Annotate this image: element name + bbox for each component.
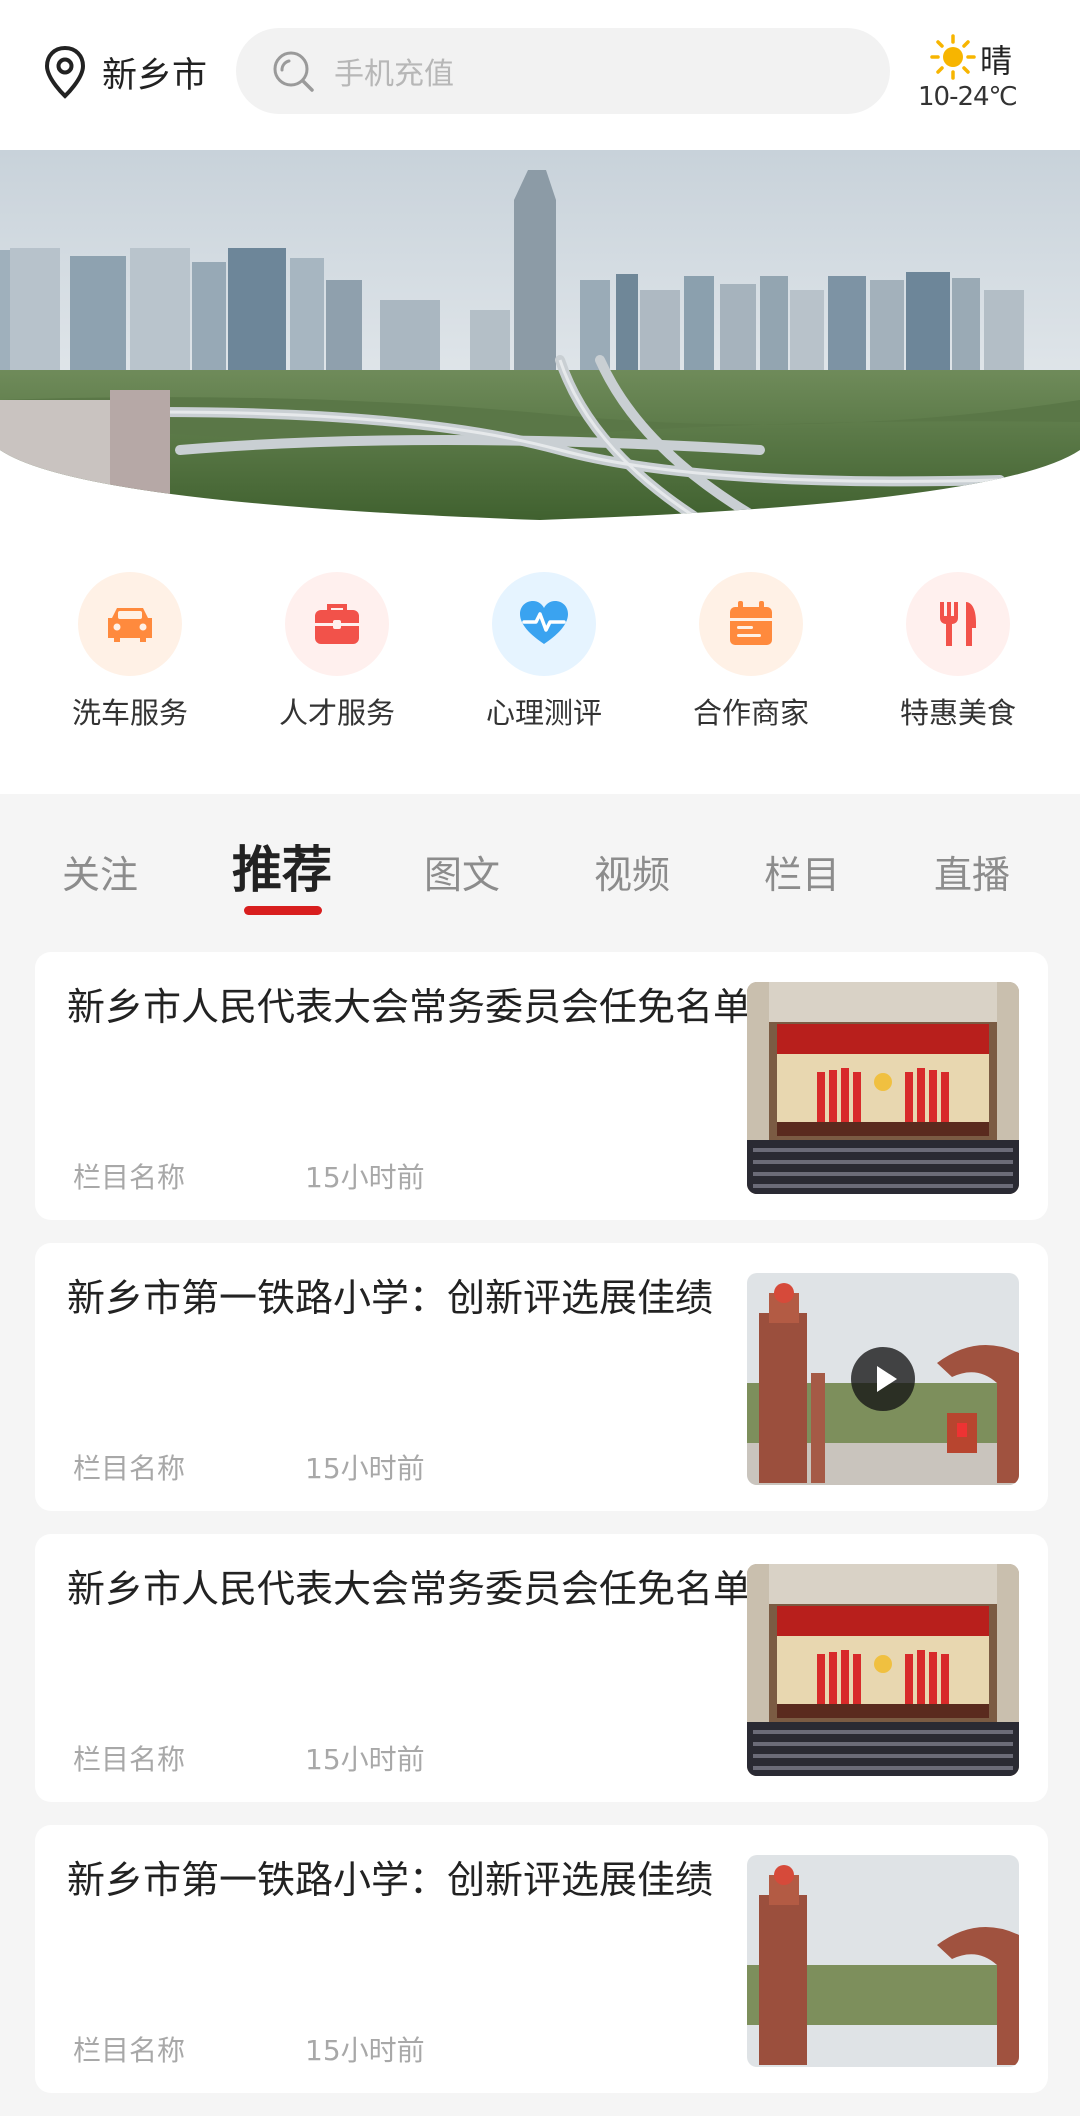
service-label: 心理测评 (485, 696, 602, 730)
news-title: 新乡市第一铁路小学：创新评选展佳绩 (67, 1858, 714, 1902)
school-gate-image (747, 1855, 1019, 2067)
news-title: 新乡市第一铁路小学：创新评选展佳绩 (67, 1276, 714, 1320)
banner-image (0, 150, 1080, 520)
news-title: 新乡市人民代表大会常务委员会任免名单 (67, 1567, 752, 1611)
tab-recommend[interactable]: 推荐 (232, 830, 332, 902)
food-icon (940, 602, 976, 646)
category-tabs: 关注 推荐 图文 视频 栏目 直播 (0, 794, 1080, 944)
location-label: 新乡市 (102, 55, 208, 96)
partners-icon-wrap (699, 572, 803, 676)
search-input[interactable]: 手机充值 (236, 28, 890, 114)
service-partners[interactable]: 合作商家 (661, 572, 841, 732)
car-icon (108, 608, 152, 642)
active-tab-indicator (244, 906, 322, 915)
car-wash-icon-wrap (78, 572, 182, 676)
play-icon[interactable] (851, 1347, 915, 1411)
news-column: 栏目名称 (73, 1452, 186, 1485)
news-time: 15小时前 (305, 1743, 425, 1776)
tab-column[interactable]: 栏目 (764, 844, 840, 899)
news-column: 栏目名称 (73, 2034, 186, 2067)
congress-hall-image (747, 982, 1019, 1194)
location-selector[interactable]: 新乡市 (42, 44, 207, 100)
service-car-wash[interactable]: 洗车服务 (40, 572, 220, 732)
tab-video[interactable]: 视频 (594, 844, 670, 899)
news-title: 新乡市人民代表大会常务委员会任免名单 (67, 985, 752, 1029)
search-icon (273, 51, 314, 92)
weather-condition: 晴 (980, 42, 1013, 80)
calendar-icon (730, 601, 772, 645)
news-card[interactable]: 新乡市人民代表大会常务委员会任免名单 栏目名称 15小时前 (35, 1534, 1048, 1802)
news-column: 栏目名称 (73, 1743, 186, 1776)
tab-follow[interactable]: 关注 (62, 844, 138, 899)
news-time: 15小时前 (305, 1161, 425, 1194)
services-grid: 洗车服务 人才服务 心理测评 合作商家 特惠美食 (0, 520, 1080, 794)
city-banner[interactable] (0, 150, 1080, 520)
news-time: 15小时前 (305, 1452, 425, 1485)
service-food-deals[interactable]: 特惠美食 (868, 572, 1048, 732)
news-thumbnail (747, 1564, 1019, 1776)
news-thumbnail (747, 1855, 1019, 2067)
news-card[interactable]: 新乡市人民代表大会常务委员会任免名单 栏目名称 15小时前 (35, 952, 1048, 1220)
news-time: 15小时前 (305, 2034, 425, 2067)
news-column: 栏目名称 (73, 1161, 186, 1194)
service-label: 特惠美食 (899, 696, 1016, 730)
talent-icon-wrap (285, 572, 389, 676)
psych-icon-wrap (492, 572, 596, 676)
heart-pulse-icon (520, 601, 568, 644)
news-list: 新乡市人民代表大会常务委员会任免名单 栏目名称 15小时前 新乡市第一铁路小学：… (35, 952, 1048, 2116)
search-placeholder: 手机充值 (334, 57, 454, 92)
service-talent[interactable]: 人才服务 (247, 572, 427, 732)
location-pin-icon (44, 45, 86, 99)
top-bar: 新乡市 手机充值 晴 10-24℃ (0, 0, 1080, 150)
service-label: 合作商家 (692, 696, 809, 730)
news-card[interactable]: 新乡市第一铁路小学：创新评选展佳绩 栏目名称 15小时前 (35, 1825, 1048, 2093)
news-thumbnail (747, 1273, 1019, 1485)
food-icon-wrap (906, 572, 1010, 676)
briefcase-icon (315, 604, 359, 644)
tab-graphic[interactable]: 图文 (424, 844, 500, 899)
news-thumbnail (747, 982, 1019, 1194)
tab-live[interactable]: 直播 (934, 844, 1010, 899)
weather-temperature: 10-24℃ (918, 82, 1018, 112)
service-label: 人才服务 (278, 696, 395, 730)
news-card[interactable]: 新乡市第一铁路小学：创新评选展佳绩 栏目名称 15小时前 (35, 1243, 1048, 1511)
service-psych-test[interactable]: 心理测评 (454, 572, 634, 732)
weather-widget[interactable]: 晴 10-24℃ (918, 30, 1058, 120)
sun-icon (930, 34, 976, 80)
service-label: 洗车服务 (71, 696, 188, 730)
congress-hall-image (747, 1564, 1019, 1776)
